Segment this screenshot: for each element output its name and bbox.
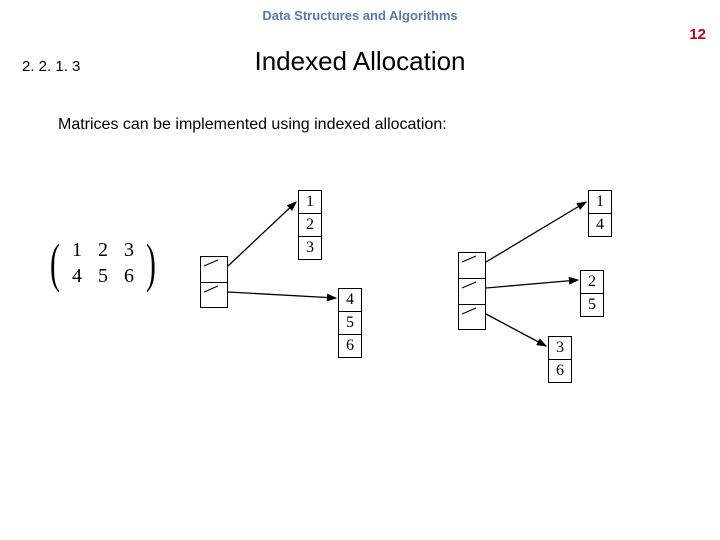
right-paren-icon: )	[146, 236, 156, 290]
matrix: ( 1 2 3 4 5 6 )	[46, 236, 160, 290]
diagram-area: ( 1 2 3 4 5 6 ) 1 2 3 4 5 6 1 4 2 5 3 6	[28, 190, 688, 450]
slide-title: Indexed Allocation	[0, 46, 720, 77]
matrix-cell: 2	[90, 239, 116, 262]
matrix-cell: 6	[116, 265, 142, 288]
matrix-cell: 3	[116, 239, 142, 262]
data-cell: 4	[338, 288, 362, 312]
matrix-cell: 4	[64, 265, 90, 288]
data-cell: 3	[298, 236, 322, 260]
index-block-right	[458, 252, 486, 330]
data-cell: 5	[338, 311, 362, 335]
data-cell: 4	[588, 213, 612, 237]
matrix-cell: 1	[64, 239, 90, 262]
data-cell: 6	[548, 359, 572, 383]
data-cell: 6	[338, 334, 362, 358]
course-header: Data Structures and Algorithms	[0, 0, 720, 23]
left-paren-icon: (	[50, 236, 60, 290]
matrix-cell: 5	[90, 265, 116, 288]
data-cell: 1	[588, 190, 612, 214]
data-cell: 1	[298, 190, 322, 214]
page-number: 12	[689, 26, 706, 43]
data-cell: 3	[548, 336, 572, 360]
data-cell: 5	[580, 293, 604, 317]
body-text: Matrices can be implemented using indexe…	[58, 116, 447, 134]
data-cell: 2	[298, 213, 322, 237]
data-cell: 2	[580, 270, 604, 294]
index-block-left	[200, 256, 228, 308]
